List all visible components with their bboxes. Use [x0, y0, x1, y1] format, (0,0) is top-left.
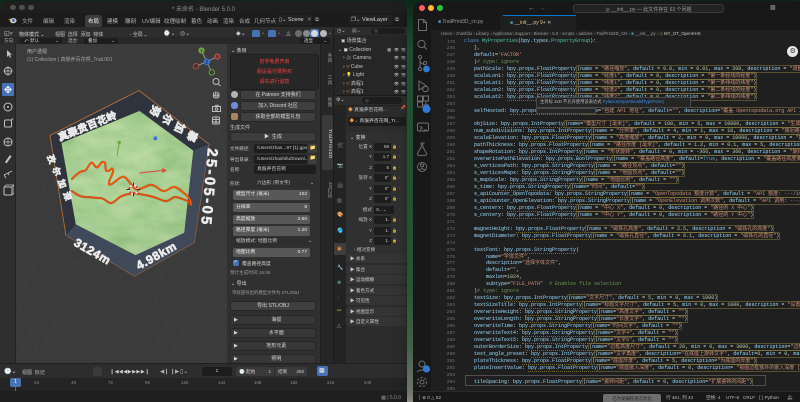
svg-text:Y: Y: [200, 48, 203, 53]
svg-text:Z: Z: [205, 60, 208, 65]
svg-text:X: X: [216, 54, 219, 59]
